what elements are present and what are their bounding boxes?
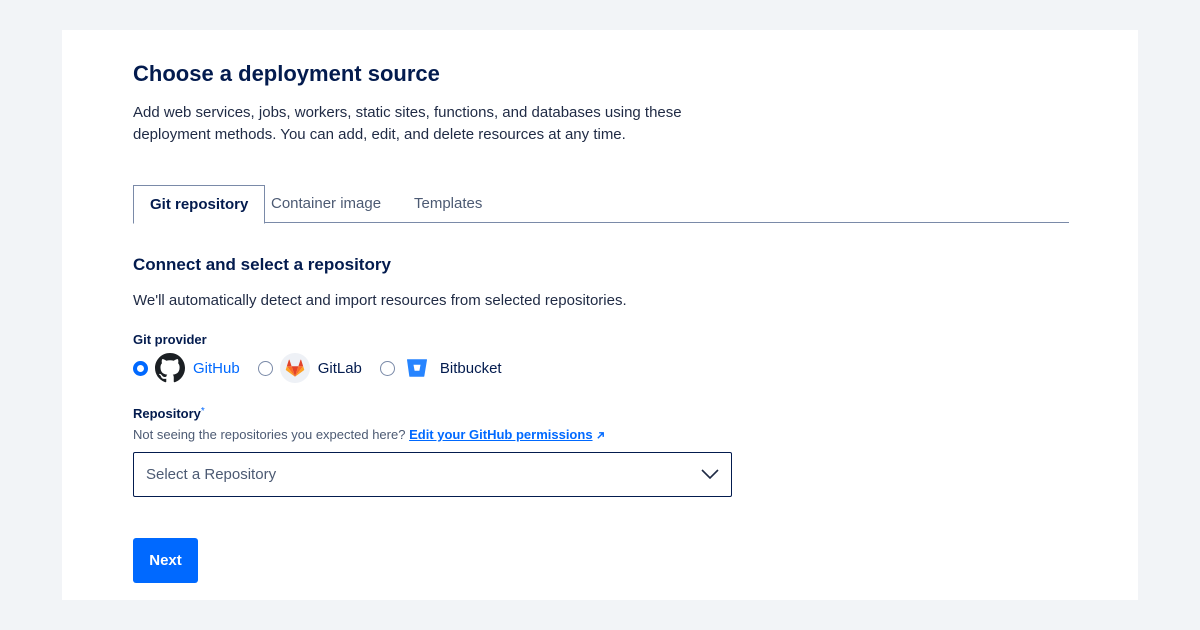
section-title: Connect and select a repository bbox=[133, 255, 391, 274]
next-button[interactable]: Next bbox=[133, 538, 198, 583]
provider-option-github[interactable]: GitHub bbox=[133, 353, 240, 383]
gitlab-label: GitLab bbox=[317, 359, 362, 377]
github-radio[interactable] bbox=[133, 360, 148, 376]
deployment-card: Choose a deployment source Add web servi… bbox=[62, 30, 1138, 600]
bitbucket-radio[interactable] bbox=[379, 360, 395, 376]
provider-option-gitlab[interactable]: GitLab bbox=[257, 353, 362, 383]
repository-label: Repository* bbox=[133, 406, 205, 421]
chevron-down-icon bbox=[701, 466, 719, 484]
bitbucket-label: Bitbucket bbox=[439, 359, 502, 377]
section-description: We'll automatically detect and import re… bbox=[133, 292, 627, 309]
gitlab-radio[interactable] bbox=[257, 360, 273, 376]
github-icon bbox=[155, 353, 185, 383]
page-description: Add web services, jobs, workers, static … bbox=[133, 104, 682, 143]
git-provider-label: Git provider bbox=[133, 332, 207, 347]
tab-git-repository[interactable]: Git repository bbox=[133, 185, 266, 224]
gitlab-icon bbox=[279, 353, 310, 383]
repository-hint: Not seeing the repositories you expected… bbox=[133, 427, 605, 443]
required-mark: * bbox=[200, 406, 205, 417]
repository-select[interactable]: Select a Repository bbox=[133, 452, 732, 497]
tab-container-image[interactable]: Container image bbox=[255, 185, 397, 223]
bitbucket-icon bbox=[402, 353, 432, 383]
external-link-icon bbox=[596, 428, 605, 443]
tab-templates[interactable]: Templates bbox=[398, 185, 498, 223]
source-tabs: Git repository Container image Templates bbox=[133, 185, 1069, 224]
git-provider-options: GitHub GitLab Bitbucket bbox=[133, 352, 520, 384]
github-label: GitHub bbox=[193, 359, 240, 377]
edit-github-permissions-link[interactable]: Edit your GitHub permissions bbox=[409, 427, 592, 442]
repository-select-value: Select a Repository bbox=[146, 466, 277, 483]
page-title: Choose a deployment source bbox=[133, 61, 440, 86]
repository-hint-text: Not seeing the repositories you expected… bbox=[133, 427, 406, 442]
provider-option-bitbucket[interactable]: Bitbucket bbox=[379, 353, 502, 383]
